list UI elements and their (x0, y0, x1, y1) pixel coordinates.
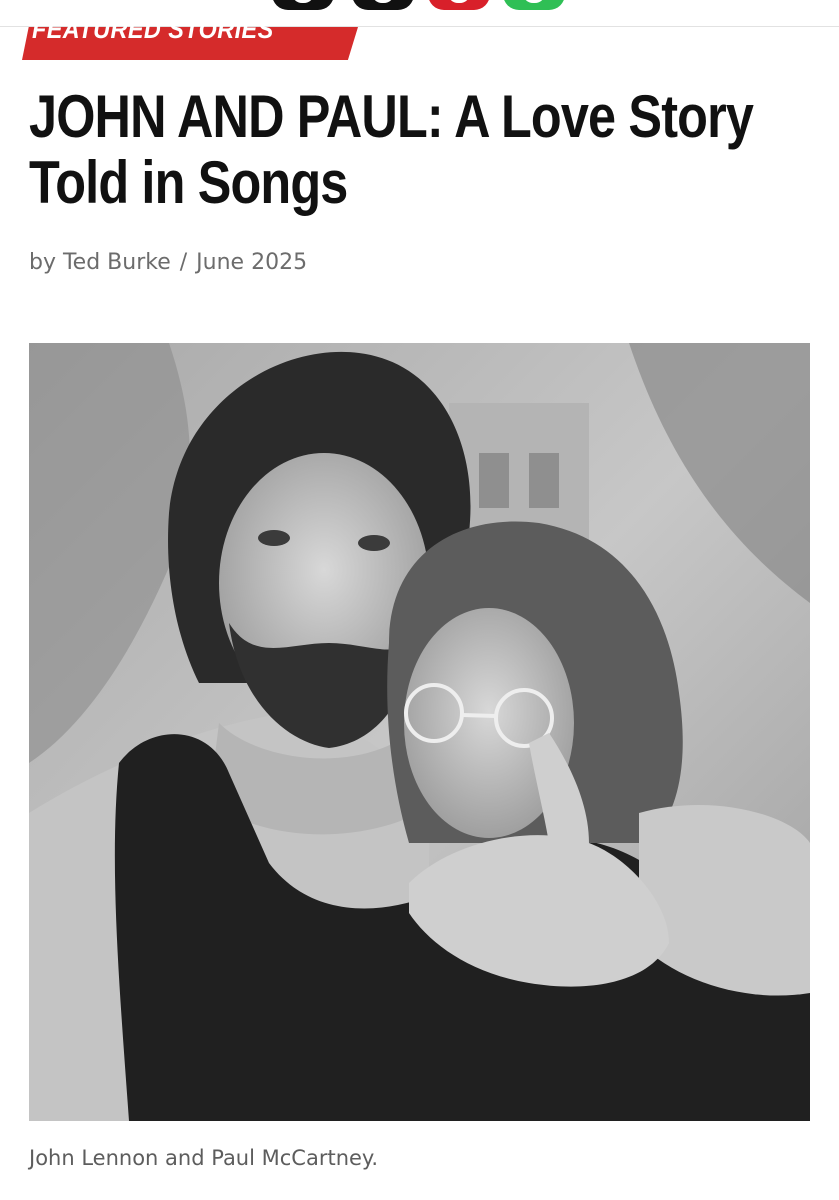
x-twitter-icon (292, 0, 314, 3)
featured-image[interactable] (29, 343, 810, 1121)
whatsapp-icon (523, 0, 545, 3)
publish-date: June 2025 (196, 250, 308, 275)
image-caption: John Lennon and Paul McCartney. (29, 1146, 379, 1170)
author-name[interactable]: by Ted Burke (29, 250, 171, 275)
article-title: JOHN AND PAUL: A Love Story Told in Song… (29, 83, 754, 216)
article-title-line-1: JOHN AND PAUL: A Love Story (29, 83, 754, 150)
category-label[interactable]: FEATURED STORIES (32, 12, 274, 46)
article-page: FEATURED STORIES JOHN AND PAUL: A Love S… (0, 0, 839, 1200)
x-twitter-share-button[interactable] (272, 0, 334, 10)
pinterest-icon (448, 0, 470, 3)
featured-photo-illustration (29, 343, 810, 1121)
byline-separator: / (179, 250, 188, 275)
article-title-line-2: Told in Songs (29, 149, 348, 216)
threads-share-button[interactable] (352, 0, 414, 10)
pinterest-share-button[interactable] (428, 0, 490, 10)
byline: by Ted Burke / June 2025 (29, 250, 307, 275)
whatsapp-share-button[interactable] (503, 0, 565, 10)
threads-icon (372, 0, 394, 3)
